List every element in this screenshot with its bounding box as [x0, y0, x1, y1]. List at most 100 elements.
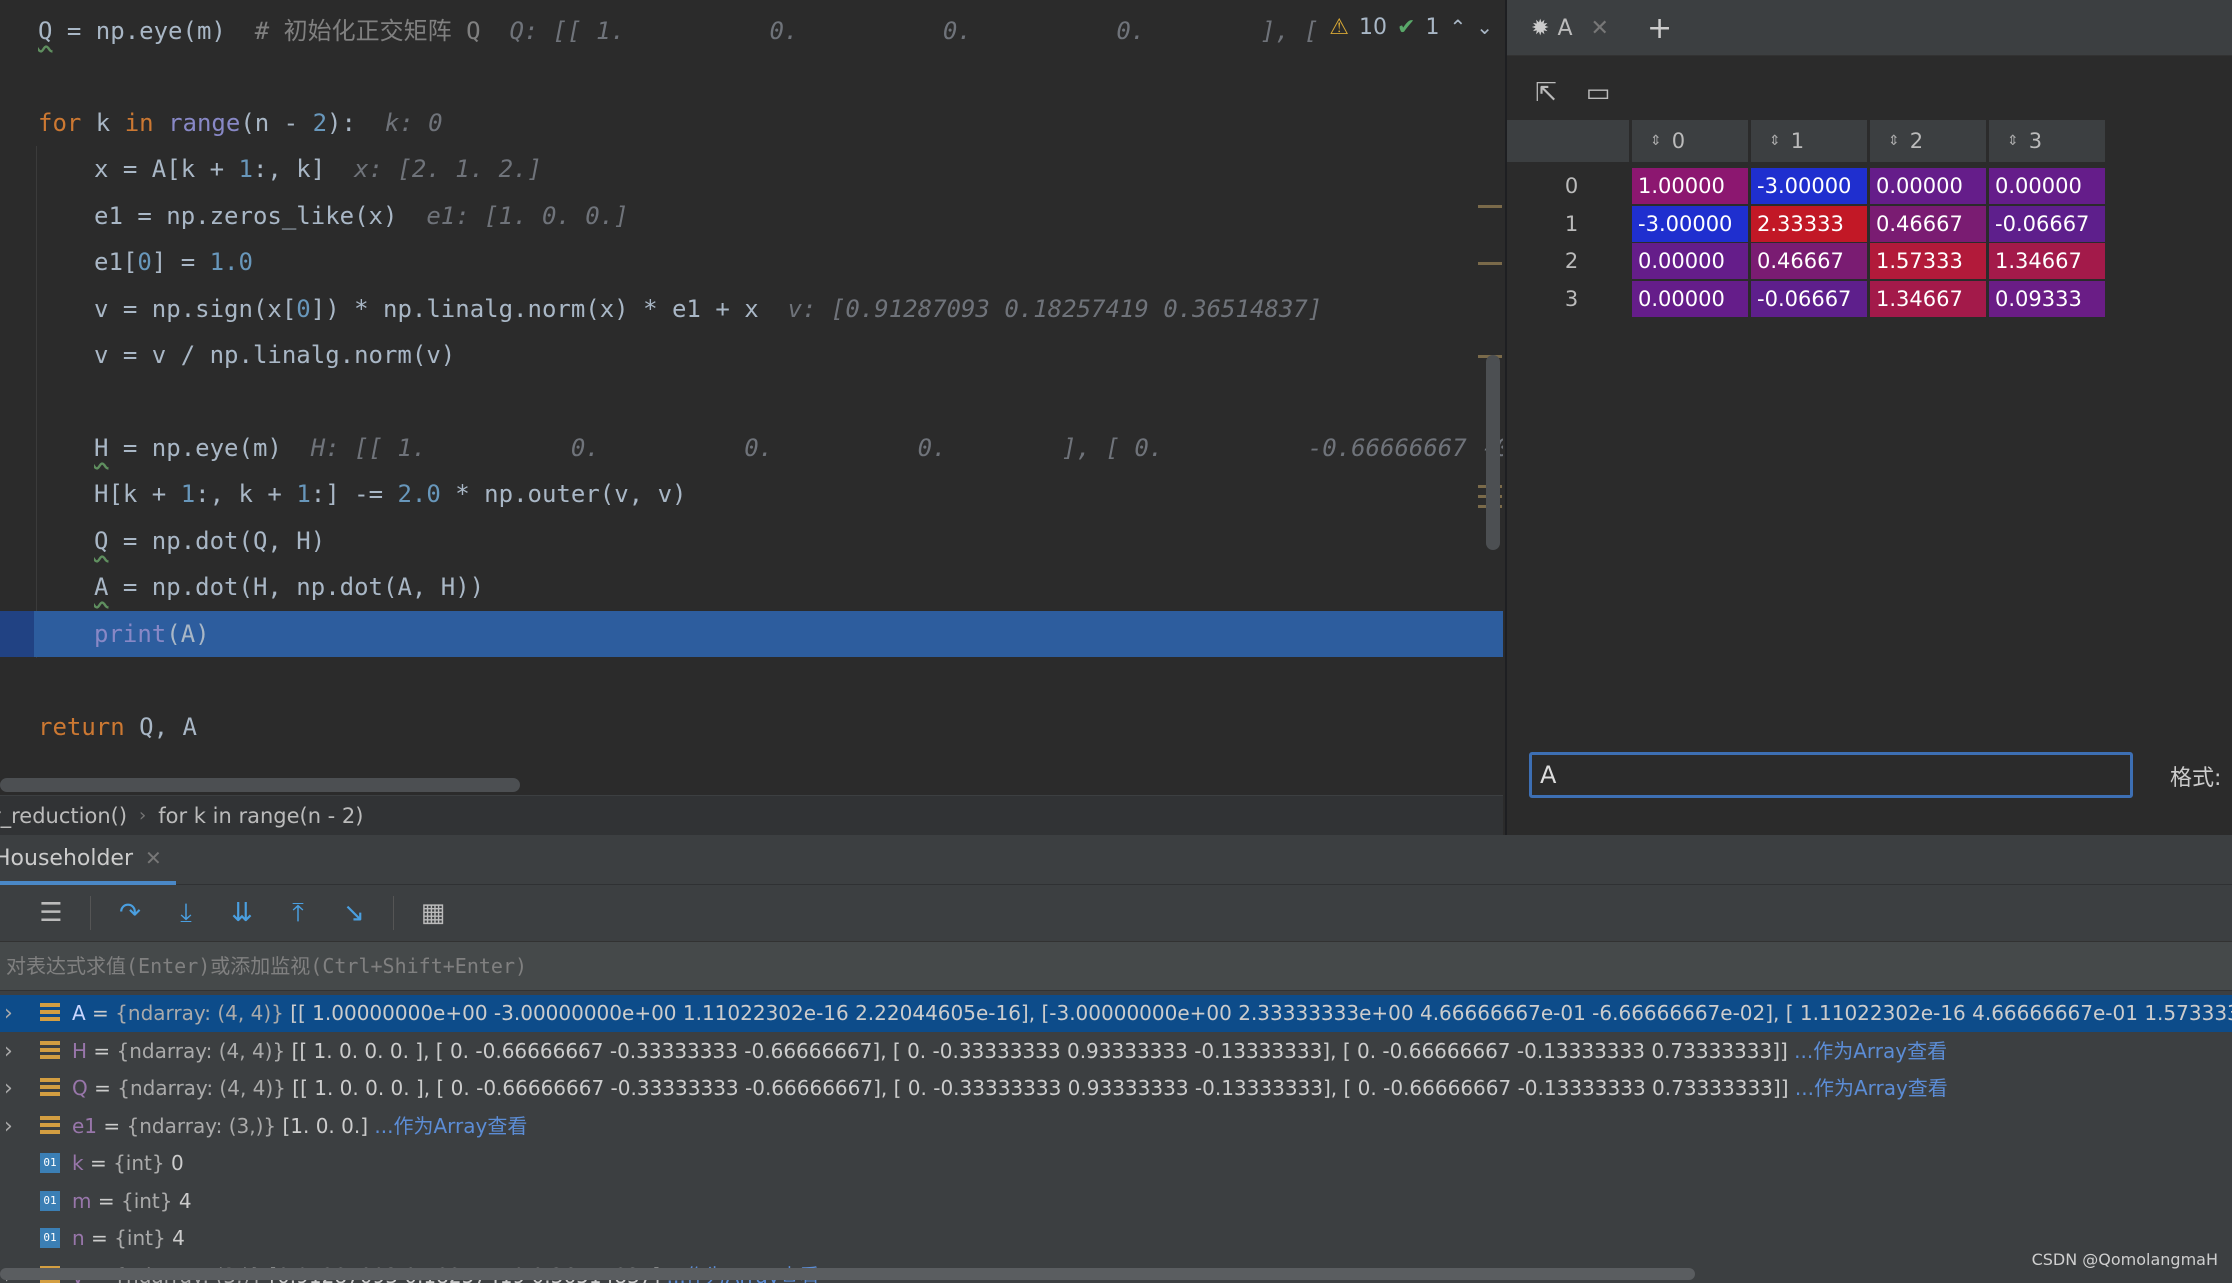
- array-cell[interactable]: -3.00000: [1751, 168, 1868, 205]
- sort-icon[interactable]: ⇕: [2007, 133, 2019, 149]
- expression-input[interactable]: A: [1529, 752, 2133, 798]
- code-text[interactable]: e1 = np.zeros_like(x) e1: [1. 0. 0.]: [94, 193, 629, 239]
- variable-text[interactable]: e1 = {ndarray: (3,)} [1. 0. 0.] ...作为Arr…: [72, 1108, 527, 1145]
- chevron-right-icon[interactable]: ›: [4, 995, 13, 1032]
- variable-row-H[interactable]: › H = {ndarray: (4, 4)} [[ 1. 0. 0. 0. ],…: [0, 1033, 2232, 1070]
- code-line[interactable]: for k in range(n - 2): k: 0: [0, 100, 1503, 146]
- code-text[interactable]: x = A[k + 1:, k] x: [2. 1. 2.]: [94, 146, 542, 192]
- variable-row-k[interactable]: 01 k = {int} 0: [0, 1145, 2232, 1182]
- code-line[interactable]: return Q, A: [0, 704, 1503, 750]
- array-cell[interactable]: 2.33333: [1751, 205, 1868, 243]
- code-line[interactable]: Q = np.eye(m) # 初始化正交矩阵 Q Q: [[ 1. 0. 0.…: [0, 8, 1503, 54]
- current-execution-line[interactable]: print(A): [0, 611, 1503, 657]
- variable-row-n[interactable]: 01 n = {int} 4: [0, 1220, 2232, 1257]
- step-into-icon[interactable]: ⤓: [169, 896, 203, 930]
- code-line[interactable]: H[k + 1:, k + 1:] -= 2.0 * np.outer(v, v…: [0, 471, 1503, 517]
- variable-text[interactable]: Q = {ndarray: (4, 4)} [[ 1. 0. 0. 0. ], …: [72, 1070, 1948, 1107]
- array-cell[interactable]: 1.34667: [1870, 280, 1987, 318]
- tab-householder[interactable]: Householder ✕: [0, 835, 176, 885]
- variables-horizontal-scrollbar[interactable]: [0, 1268, 1695, 1280]
- array-cell[interactable]: 1.00000: [1632, 168, 1749, 205]
- code-editor[interactable]: Q = np.eye(m) # 初始化正交矩阵 Q Q: [[ 1. 0. 0.…: [0, 0, 1503, 795]
- run-to-cursor-icon[interactable]: ↘: [337, 896, 371, 930]
- inspection-status[interactable]: ⚠ 10 ✔ 1 ⌃ ⌄: [1319, 10, 1493, 44]
- column-header[interactable]: ⇕ 2: [1870, 120, 1987, 162]
- view-as-array-link[interactable]: ...作为Array查看: [1789, 1076, 1948, 1100]
- view-as-array-link[interactable]: ...作为Array查看: [1788, 1039, 1947, 1063]
- check-icon[interactable]: ✔: [1397, 15, 1415, 40]
- code-text[interactable]: Q = np.eye(m) # 初始化正交矩阵 Q Q: [[ 1. 0. 0.…: [38, 8, 1319, 54]
- array-cell[interactable]: 0.00000: [1870, 168, 1987, 205]
- variable-text[interactable]: n = {int} 4: [72, 1220, 185, 1257]
- array-cell[interactable]: 0.00000: [1632, 280, 1749, 318]
- chevron-down-icon[interactable]: ⌄: [1476, 15, 1493, 39]
- array-cell[interactable]: 0.00000: [1989, 168, 2106, 205]
- editor-horizontal-scrollbar[interactable]: [0, 778, 520, 792]
- chevron-right-icon[interactable]: ›: [4, 1033, 13, 1070]
- code-text[interactable]: H[k + 1:, k + 1:] -= 2.0 * np.outer(v, v…: [94, 471, 686, 517]
- sort-icon[interactable]: ⇕: [1769, 133, 1781, 149]
- array-cell[interactable]: -3.00000: [1632, 205, 1749, 243]
- column-header[interactable]: ⇕ 0: [1632, 120, 1749, 162]
- array-cell[interactable]: 0.46667: [1751, 243, 1868, 280]
- code-text[interactable]: return Q, A: [38, 704, 197, 750]
- array-cell[interactable]: 0.09333: [1989, 280, 2106, 318]
- code-line[interactable]: Q = np.dot(Q, H): [0, 518, 1503, 564]
- variable-text[interactable]: k = {int} 0: [72, 1145, 184, 1182]
- code-text[interactable]: for k in range(n - 2): k: 0: [38, 100, 443, 146]
- editor-vertical-scrollbar[interactable]: [1486, 355, 1500, 550]
- array-cell[interactable]: 1.34667: [1989, 243, 2106, 280]
- step-over-icon[interactable]: ↷: [113, 896, 147, 930]
- code-line[interactable]: e1[0] = 1.0: [0, 239, 1503, 285]
- code-line[interactable]: A = np.dot(H, np.dot(A, H)): [0, 564, 1503, 610]
- breadcrumb-loop[interactable]: for k in range(n - 2): [158, 804, 363, 828]
- open-external-icon[interactable]: ⇱: [1531, 78, 1561, 108]
- variable-text[interactable]: A = {ndarray: (4, 4)} [[ 1.00000000e+00 …: [72, 995, 2232, 1032]
- view-as-array-link[interactable]: ...作为Array查看: [368, 1114, 527, 1138]
- window-icon[interactable]: ▭: [1583, 78, 1613, 108]
- warning-count[interactable]: 10: [1359, 15, 1387, 40]
- code-line[interactable]: e1 = np.zeros_like(x) e1: [1. 0. 0.]: [0, 193, 1503, 239]
- evaluate-expression-input[interactable]: 对表达式求值(Enter)或添加监视(Ctrl+Shift+Enter): [0, 941, 2232, 991]
- add-tab-button[interactable]: +: [1647, 0, 1672, 56]
- evaluate-table-icon[interactable]: ▦: [416, 896, 450, 930]
- code-text[interactable]: v = v / np.linalg.norm(v): [94, 332, 455, 378]
- array-cell[interactable]: -0.06667: [1989, 205, 2106, 243]
- frames-icon[interactable]: ☰: [34, 896, 68, 930]
- breadcrumb-function[interactable]: r_reduction(): [0, 804, 127, 828]
- code-text[interactable]: v = np.sign(x[0]) * np.linalg.norm(x) * …: [94, 286, 1322, 332]
- chevron-right-icon[interactable]: ›: [4, 1108, 13, 1145]
- tab-array-a[interactable]: ✹ A ✕: [1531, 0, 1609, 56]
- step-into-my-code-icon[interactable]: ⇊: [225, 896, 259, 930]
- chevron-up-icon[interactable]: ⌃: [1449, 15, 1466, 39]
- code-line[interactable]: H = np.eye(m) H: [[ 1. 0. 0. 0. ], [ 0. …: [0, 425, 1503, 471]
- code-text[interactable]: e1[0] = 1.0: [94, 239, 253, 285]
- ok-count[interactable]: 1: [1425, 15, 1439, 40]
- chevron-right-icon[interactable]: ›: [4, 1070, 13, 1107]
- array-cell[interactable]: 0.00000: [1632, 243, 1749, 280]
- variable-row-A[interactable]: › A = {ndarray: (4, 4)} [[ 1.00000000e+00…: [0, 995, 2232, 1032]
- variable-row-m[interactable]: 01 m = {int} 4: [0, 1183, 2232, 1220]
- array-cell[interactable]: 0.46667: [1870, 205, 1987, 243]
- sort-icon[interactable]: ⇕: [1888, 133, 1900, 149]
- variable-text[interactable]: H = {ndarray: (4, 4)} [[ 1. 0. 0. 0. ], …: [72, 1033, 1947, 1070]
- code-text[interactable]: H = np.eye(m) H: [[ 1. 0. 0. 0. ], [ 0. …: [94, 425, 1503, 471]
- sort-icon[interactable]: ⇕: [1650, 133, 1662, 149]
- array-cell[interactable]: 1.57333: [1870, 243, 1987, 280]
- array-cell[interactable]: -0.06667: [1751, 280, 1868, 318]
- close-icon[interactable]: ✕: [1591, 16, 1609, 41]
- code-line[interactable]: v = np.sign(x[0]) * np.linalg.norm(x) * …: [0, 286, 1503, 332]
- code-text[interactable]: A = np.dot(H, np.dot(A, H)): [94, 564, 484, 610]
- warning-icon[interactable]: ⚠: [1329, 15, 1349, 40]
- close-icon[interactable]: ✕: [145, 846, 162, 870]
- code-text[interactable]: print(A): [94, 611, 210, 657]
- column-header[interactable]: ⇕ 3: [1989, 120, 2106, 162]
- variable-text[interactable]: m = {int} 4: [72, 1183, 192, 1220]
- code-text[interactable]: Q = np.dot(Q, H): [94, 518, 325, 564]
- code-line[interactable]: x = A[k + 1:, k] x: [2. 1. 2.]: [0, 146, 1503, 192]
- step-out-icon[interactable]: ⤒: [281, 896, 315, 930]
- variable-row-e1[interactable]: › e1 = {ndarray: (3,)} [1. 0. 0.] ...作为Ar…: [0, 1108, 2232, 1145]
- code-line[interactable]: v = v / np.linalg.norm(v): [0, 332, 1503, 378]
- variable-row-Q[interactable]: › Q = {ndarray: (4, 4)} [[ 1. 0. 0. 0. ],…: [0, 1070, 2232, 1107]
- column-header[interactable]: ⇕ 1: [1751, 120, 1868, 162]
